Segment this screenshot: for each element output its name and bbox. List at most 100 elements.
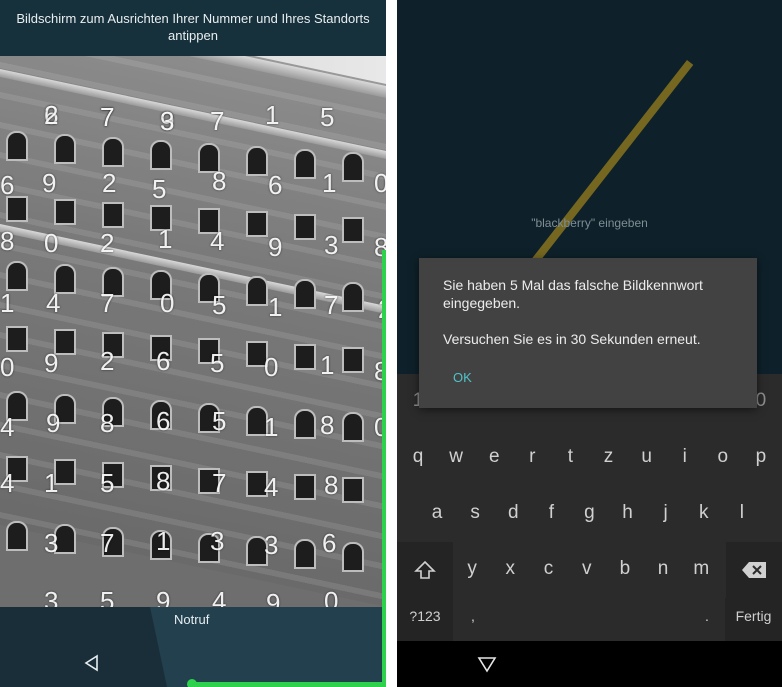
grid-digit[interactable]: 2 [44, 100, 58, 131]
key-letter-m[interactable]: m [682, 542, 720, 598]
grid-digit[interactable]: 3 [44, 528, 58, 559]
grid-digit[interactable]: 1 [268, 292, 282, 323]
key-letter-c[interactable]: c [529, 542, 567, 598]
grid-digit[interactable]: 1 [265, 100, 279, 131]
ok-button[interactable]: OK [453, 370, 472, 385]
emergency-call-button[interactable]: Notruf [174, 612, 209, 627]
grid-digit[interactable]: 8 [156, 466, 170, 497]
grid-digit[interactable]: 4 [212, 586, 226, 607]
picture-password-image[interactable]: 6797156925861080214938147051720926501849… [0, 56, 386, 607]
grid-digit[interactable]: 7 [210, 106, 224, 137]
grid-digit[interactable]: 0 [160, 288, 174, 319]
shift-key[interactable] [397, 542, 453, 598]
key-letter-p[interactable]: p [742, 430, 780, 486]
grid-digit[interactable]: 8 [320, 410, 334, 441]
grid-digit[interactable]: 6 [0, 170, 14, 201]
key-letter-w[interactable]: w [437, 430, 475, 486]
grid-digit[interactable]: 1 [156, 526, 170, 557]
key-letter-z[interactable]: z [590, 430, 628, 486]
grid-digit[interactable]: 7 [324, 290, 338, 321]
grid-digit[interactable]: 1 [44, 468, 58, 499]
grid-digit[interactable]: 4 [210, 226, 224, 257]
key-letter-t[interactable]: t [551, 430, 589, 486]
grid-digit[interactable]: 5 [212, 406, 226, 437]
grid-digit[interactable]: 8 [212, 166, 226, 197]
key-letter-a[interactable]: a [418, 486, 456, 542]
key-letter-s[interactable]: s [456, 486, 494, 542]
grid-digit[interactable]: 0 [44, 228, 58, 259]
period-key[interactable]: . [689, 598, 725, 641]
grid-digit[interactable]: 2 [100, 346, 114, 377]
grid-digit[interactable]: 6 [268, 170, 282, 201]
grid-digit[interactable]: 4 [264, 472, 278, 503]
grid-digit[interactable]: 3 [324, 230, 338, 261]
grid-digit[interactable]: 8 [0, 226, 14, 257]
grid-digit[interactable]: 0 [0, 352, 14, 383]
grid-digit[interactable]: 2 [102, 168, 116, 199]
key-letter-d[interactable]: d [494, 486, 532, 542]
space-key[interactable] [493, 598, 689, 641]
key-letter-x[interactable]: x [491, 542, 529, 598]
grid-digit[interactable]: 9 [266, 588, 280, 607]
back-icon[interactable] [82, 653, 102, 673]
key-letter-j[interactable]: j [647, 486, 685, 542]
grid-digit[interactable]: 5 [152, 174, 166, 205]
key-letter-l[interactable]: l [723, 486, 761, 542]
key-letter-g[interactable]: g [570, 486, 608, 542]
grid-digit[interactable]: 7 [212, 468, 226, 499]
key-letter-h[interactable]: h [609, 486, 647, 542]
grid-digit[interactable]: 9 [44, 348, 58, 379]
grid-digit[interactable]: 4 [0, 412, 14, 443]
grid-digit[interactable]: 8 [100, 408, 114, 439]
grid-digit[interactable]: 4 [46, 288, 60, 319]
key-letter-f[interactable]: f [532, 486, 570, 542]
grid-digit[interactable]: 5 [100, 468, 114, 499]
grid-digit[interactable]: 7 [100, 288, 114, 319]
grid-digit[interactable]: 4 [0, 468, 14, 499]
key-letter-r[interactable]: r [513, 430, 551, 486]
key-letter-e[interactable]: e [475, 430, 513, 486]
key-letter-u[interactable]: u [628, 430, 666, 486]
back-icon[interactable] [477, 655, 497, 673]
key-letter-y[interactable]: y [453, 542, 491, 598]
grid-digit[interactable]: 5 [212, 290, 226, 321]
grid-digit[interactable]: 3 [210, 526, 224, 557]
grid-digit[interactable]: 3 [44, 586, 58, 607]
grid-digit[interactable]: 2 [100, 228, 114, 259]
grid-digit[interactable]: 1 [320, 350, 334, 381]
number-grid[interactable]: 6797156925861080214938147051720926501849… [0, 56, 386, 607]
grid-digit[interactable]: 5 [320, 102, 334, 133]
grid-digit[interactable]: 7 [100, 528, 114, 559]
grid-digit[interactable]: 5 [100, 586, 114, 607]
grid-digit[interactable]: 6 [322, 528, 336, 559]
symbols-key[interactable]: ?123 [397, 598, 453, 641]
comma-key[interactable]: , [453, 598, 493, 641]
key-letter-n[interactable]: n [644, 542, 682, 598]
grid-digit[interactable]: 6 [156, 406, 170, 437]
key-letter-i[interactable]: i [666, 430, 704, 486]
grid-digit[interactable]: 9 [156, 586, 170, 607]
grid-digit[interactable]: 6 [156, 346, 170, 377]
grid-digit[interactable]: 3 [264, 530, 278, 561]
grid-digit[interactable]: 1 [322, 168, 336, 199]
grid-digit[interactable]: 1 [264, 412, 278, 443]
grid-digit[interactable]: 5 [210, 348, 224, 379]
grid-digit[interactable]: 9 [268, 232, 282, 263]
grid-digit[interactable]: 3 [160, 106, 174, 137]
grid-digit[interactable]: 9 [46, 408, 60, 439]
grid-digit[interactable]: 1 [158, 224, 172, 255]
key-letter-k[interactable]: k [685, 486, 723, 542]
done-key[interactable]: Fertig [725, 598, 782, 641]
grid-digit[interactable]: 0 [374, 168, 386, 199]
key-letter-b[interactable]: b [606, 542, 644, 598]
grid-digit[interactable]: 0 [324, 586, 338, 607]
grid-digit[interactable]: 9 [42, 168, 56, 199]
backspace-key[interactable] [726, 542, 782, 598]
grid-digit[interactable]: 0 [264, 352, 278, 383]
grid-digit[interactable]: 8 [324, 470, 338, 501]
grid-digit[interactable]: 1 [0, 288, 14, 319]
key-letter-q[interactable]: q [399, 430, 437, 486]
grid-digit[interactable]: 7 [100, 102, 114, 133]
key-letter-v[interactable]: v [568, 542, 606, 598]
key-letter-o[interactable]: o [704, 430, 742, 486]
